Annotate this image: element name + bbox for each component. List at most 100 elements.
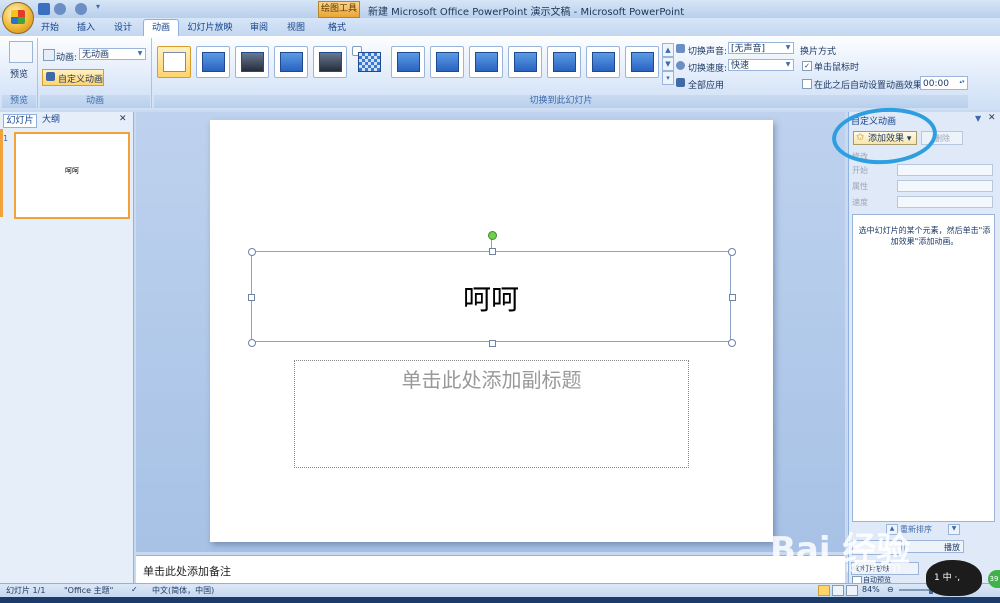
animation-select[interactable]: 无动画 ▼ bbox=[79, 48, 146, 60]
transition-black-icon bbox=[241, 52, 264, 72]
apply-all-icon bbox=[676, 78, 685, 87]
close-icon[interactable]: ✕ bbox=[119, 114, 127, 124]
normal-view-icon[interactable] bbox=[818, 585, 830, 596]
window-title: 新建 Microsoft Office PowerPoint 演示文稿 - Mi… bbox=[368, 7, 685, 18]
drawing-tools-context-label: 绘图工具 bbox=[318, 1, 360, 18]
group-separator bbox=[37, 38, 38, 108]
chevron-down-icon: ▼ bbox=[785, 44, 791, 51]
slideshow-view-icon[interactable] bbox=[846, 585, 858, 596]
group-separator bbox=[151, 38, 152, 108]
slide-number: 1 bbox=[3, 134, 9, 143]
notes-placeholder-text: 单击此处添加备注 bbox=[143, 565, 231, 578]
zoom-level[interactable]: 84% bbox=[862, 585, 880, 594]
transition-sound-select[interactable]: [无声音] ▼ bbox=[728, 42, 794, 54]
resize-handle[interactable] bbox=[728, 339, 736, 347]
animation-select-value: 无动画 bbox=[82, 50, 110, 60]
transition-group-label: 切换到此幻灯片 bbox=[154, 95, 968, 108]
on-click-checkbox[interactable]: ✓ bbox=[802, 61, 812, 71]
transition-speed-select[interactable]: 快速 ▼ bbox=[728, 59, 794, 71]
office-logo-icon bbox=[11, 10, 25, 24]
transition-uncover-down-thumb[interactable] bbox=[586, 46, 620, 78]
transition-wipe-right-thumb[interactable] bbox=[469, 46, 503, 78]
close-icon[interactable]: ✕ bbox=[988, 113, 996, 123]
taskbar bbox=[0, 597, 1000, 603]
transition-cut-black-icon bbox=[319, 52, 342, 72]
slide-title-text: 呵呵 bbox=[462, 283, 519, 316]
transition-fade-thumb[interactable] bbox=[196, 46, 230, 78]
quick-access-dropdown-icon[interactable]: ▾ bbox=[96, 2, 100, 11]
animation-label: 动画: bbox=[56, 53, 78, 63]
property-select[interactable] bbox=[897, 180, 993, 192]
animations-group-label: 动画 bbox=[40, 95, 150, 108]
spinner-icon: ▴▾ bbox=[959, 79, 965, 85]
arrow-right-icon bbox=[475, 52, 498, 72]
start-select[interactable] bbox=[897, 164, 993, 176]
transition-wipe-left-thumb[interactable] bbox=[430, 46, 464, 78]
slide-thumbnail-title: 呵呵 bbox=[65, 167, 79, 175]
transition-sound-value: [无声音] bbox=[731, 44, 766, 54]
save-icon[interactable] bbox=[38, 3, 50, 15]
arrow-down-icon bbox=[397, 52, 420, 72]
transition-none-thumb[interactable] bbox=[157, 46, 191, 78]
transition-cut-icon bbox=[280, 52, 303, 72]
slide-sorter-icon[interactable] bbox=[832, 585, 844, 596]
resize-handle[interactable] bbox=[248, 248, 256, 256]
transition-fade-icon bbox=[202, 52, 225, 72]
gallery-scroll-up-icon[interactable]: ▲ bbox=[662, 43, 674, 57]
play-button[interactable]: 播放 bbox=[904, 540, 964, 553]
arrow-left-icon bbox=[436, 52, 459, 72]
on-click-label: 单击鼠标时 bbox=[814, 63, 860, 73]
tab-review[interactable]: 审阅 bbox=[245, 20, 273, 36]
split-icon bbox=[553, 52, 576, 72]
tab-slideshow[interactable]: 幻灯片放映 bbox=[184, 20, 236, 36]
redo-icon[interactable] bbox=[75, 3, 87, 15]
rotation-handle[interactable] bbox=[488, 231, 497, 240]
resize-handle[interactable] bbox=[489, 248, 496, 255]
status-slide-info: 幻灯片 1/1 bbox=[6, 586, 46, 595]
animation-list[interactable] bbox=[852, 214, 995, 522]
apply-all-button[interactable]: 全部应用 bbox=[688, 78, 724, 91]
transition-wipe-up-thumb[interactable] bbox=[508, 46, 542, 78]
tab-view[interactable]: 视图 bbox=[282, 20, 310, 36]
status-language: 中文(简体，中国) bbox=[152, 586, 215, 595]
slide-thumbnail[interactable]: 呵呵 bbox=[14, 132, 130, 219]
gallery-scroll-down-icon[interactable]: ▼ bbox=[662, 57, 674, 71]
speed-select[interactable] bbox=[897, 196, 993, 208]
tab-animations[interactable]: 动画 bbox=[143, 19, 179, 36]
resize-handle[interactable] bbox=[489, 340, 496, 347]
transition-speed-value: 快速 bbox=[731, 61, 750, 71]
move-down-icon[interactable]: ▼ bbox=[948, 524, 960, 535]
tab-design[interactable]: 设计 bbox=[109, 20, 137, 36]
property-label: 属性 bbox=[852, 182, 868, 191]
tab-slides[interactable]: 幻灯片 bbox=[3, 114, 37, 128]
preview-icon[interactable] bbox=[9, 41, 33, 63]
notification-badge: 39 bbox=[988, 570, 1000, 588]
transition-cut-black-thumb[interactable] bbox=[313, 46, 347, 78]
transition-wipe-down-thumb[interactable] bbox=[391, 46, 425, 78]
resize-handle[interactable] bbox=[248, 339, 256, 347]
auto-advance-checkbox[interactable] bbox=[802, 79, 812, 89]
transition-dissolve-thumb[interactable] bbox=[352, 46, 381, 72]
tab-format[interactable]: 格式 bbox=[322, 20, 352, 36]
transition-split-thumb[interactable] bbox=[547, 46, 581, 78]
auto-advance-time-input[interactable]: 00:00 ▴▾ bbox=[920, 76, 968, 90]
sound-icon bbox=[676, 44, 685, 53]
slides-pane: 幻灯片 大纲 ✕ 1 呵呵 bbox=[0, 112, 134, 583]
zoom-out-icon[interactable]: ⊖ bbox=[887, 585, 894, 594]
notes-pane[interactable] bbox=[136, 555, 845, 583]
chevron-down-icon: ▼ bbox=[137, 50, 143, 57]
gallery-more-icon[interactable]: ▾ bbox=[662, 71, 674, 85]
resize-handle[interactable] bbox=[728, 248, 736, 256]
tab-insert[interactable]: 插入 bbox=[72, 20, 100, 36]
undo-icon[interactable] bbox=[54, 3, 66, 15]
speed-icon bbox=[676, 61, 685, 70]
spellcheck-icon[interactable]: ✓ bbox=[131, 585, 138, 594]
tab-outline[interactable]: 大纲 bbox=[38, 114, 64, 126]
transition-black-thumb[interactable] bbox=[235, 46, 269, 78]
pane-dropdown-icon[interactable]: ▼ bbox=[975, 114, 981, 123]
transition-uncover-left-thumb[interactable] bbox=[625, 46, 659, 78]
tab-home[interactable]: 开始 bbox=[36, 20, 64, 36]
transition-sound-label: 切换声音: bbox=[688, 47, 728, 57]
transition-cut-thumb[interactable] bbox=[274, 46, 308, 78]
office-button[interactable] bbox=[2, 2, 34, 34]
